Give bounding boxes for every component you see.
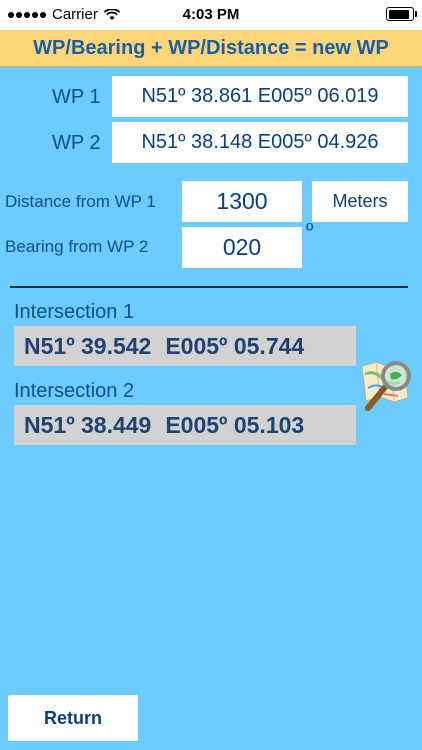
map-magnifier-icon[interactable] [356,352,418,416]
wp2-label: WP 2 [52,132,101,154]
intersection1-label: Intersection 1 [14,301,135,323]
battery-icon [386,7,417,21]
divider [10,286,408,288]
intersection1-lon: E005º 05.744 [165,332,305,359]
bearing-field[interactable]: 020 [182,227,302,268]
degree-symbol: º [306,220,314,242]
intersection2-label: Intersection 2 [14,380,135,402]
intersection1-result: N51º 39.542 E005º 05.744 [14,326,356,366]
status-time: 4:03 PM [182,6,240,23]
distance-label: Distance from WP 1 [5,192,156,211]
status-bar: Carrier 4:03 PM [0,0,422,30]
distance-unit-button[interactable]: Meters [312,181,408,222]
wp1-label: WP 1 [52,86,101,108]
distance-field[interactable]: 1300 [182,181,302,222]
return-button[interactable]: Return [8,695,138,741]
page-title: WP/Bearing + WP/Distance = new WP [0,30,422,67]
intersection2-result: N51º 38.449 E005º 05.103 [14,405,356,445]
intersection1-lat: N51º 39.542 [24,332,152,359]
wp1-field[interactable]: N51º 38.861 E005º 06.019 [112,76,408,117]
intersection2-lat: N51º 38.449 [24,411,152,438]
bearing-label: Bearing from WP 2 [5,237,149,256]
intersection2-lon: E005º 05.103 [165,411,305,438]
wp2-field[interactable]: N51º 38.148 E005º 04.926 [112,122,408,163]
